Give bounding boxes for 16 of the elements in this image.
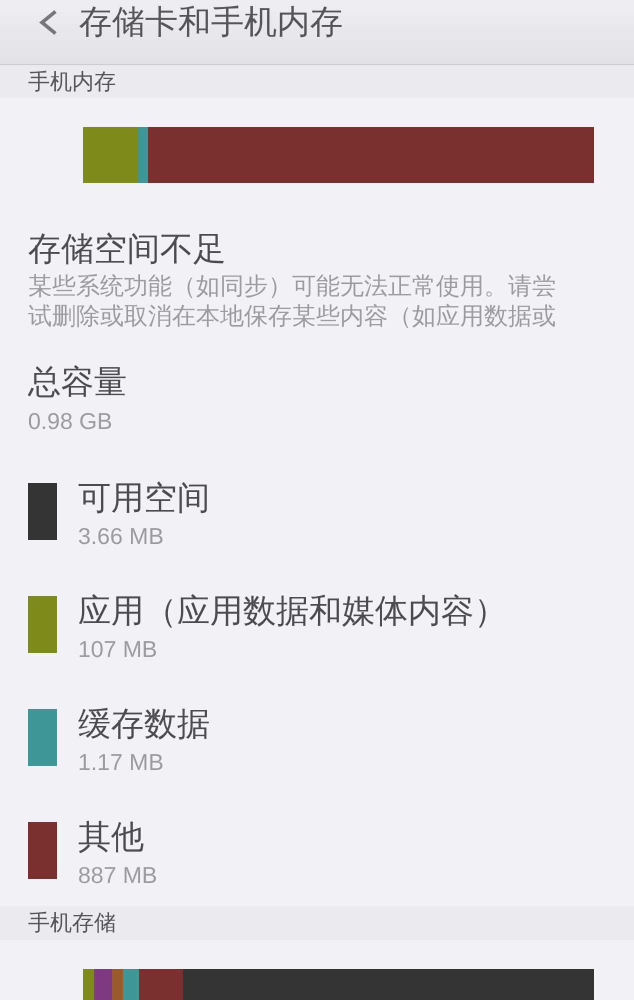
back-icon[interactable] [38,10,58,35]
warning-title: 存储空间不足 [28,229,227,269]
total-capacity-value: 0.98 GB [28,407,114,435]
category-size: 1.17 MB [78,748,165,776]
category-size: 107 MB [78,635,158,663]
total-capacity-label: 总容量 [28,362,128,402]
section-header: 手机存储 [0,906,634,940]
category-label: 可用空间 [78,480,210,516]
screen-title: 存储卡和手机内存 [79,2,343,42]
category-label: 缓存数据 [78,706,210,742]
section-header: 手机内存 [0,65,634,98]
warning-message: 某些系统功能（如同步）可能无法正常使用。请尝试删除或取消在本地保存某些内容（如应用数据或 [28,272,557,332]
category-label: 应用（应用数据和媒体内容） [78,593,507,629]
category-size: 3.66 MB [78,522,165,550]
category-size: 887 MB [78,861,158,889]
category-label: 其他 [78,819,145,855]
